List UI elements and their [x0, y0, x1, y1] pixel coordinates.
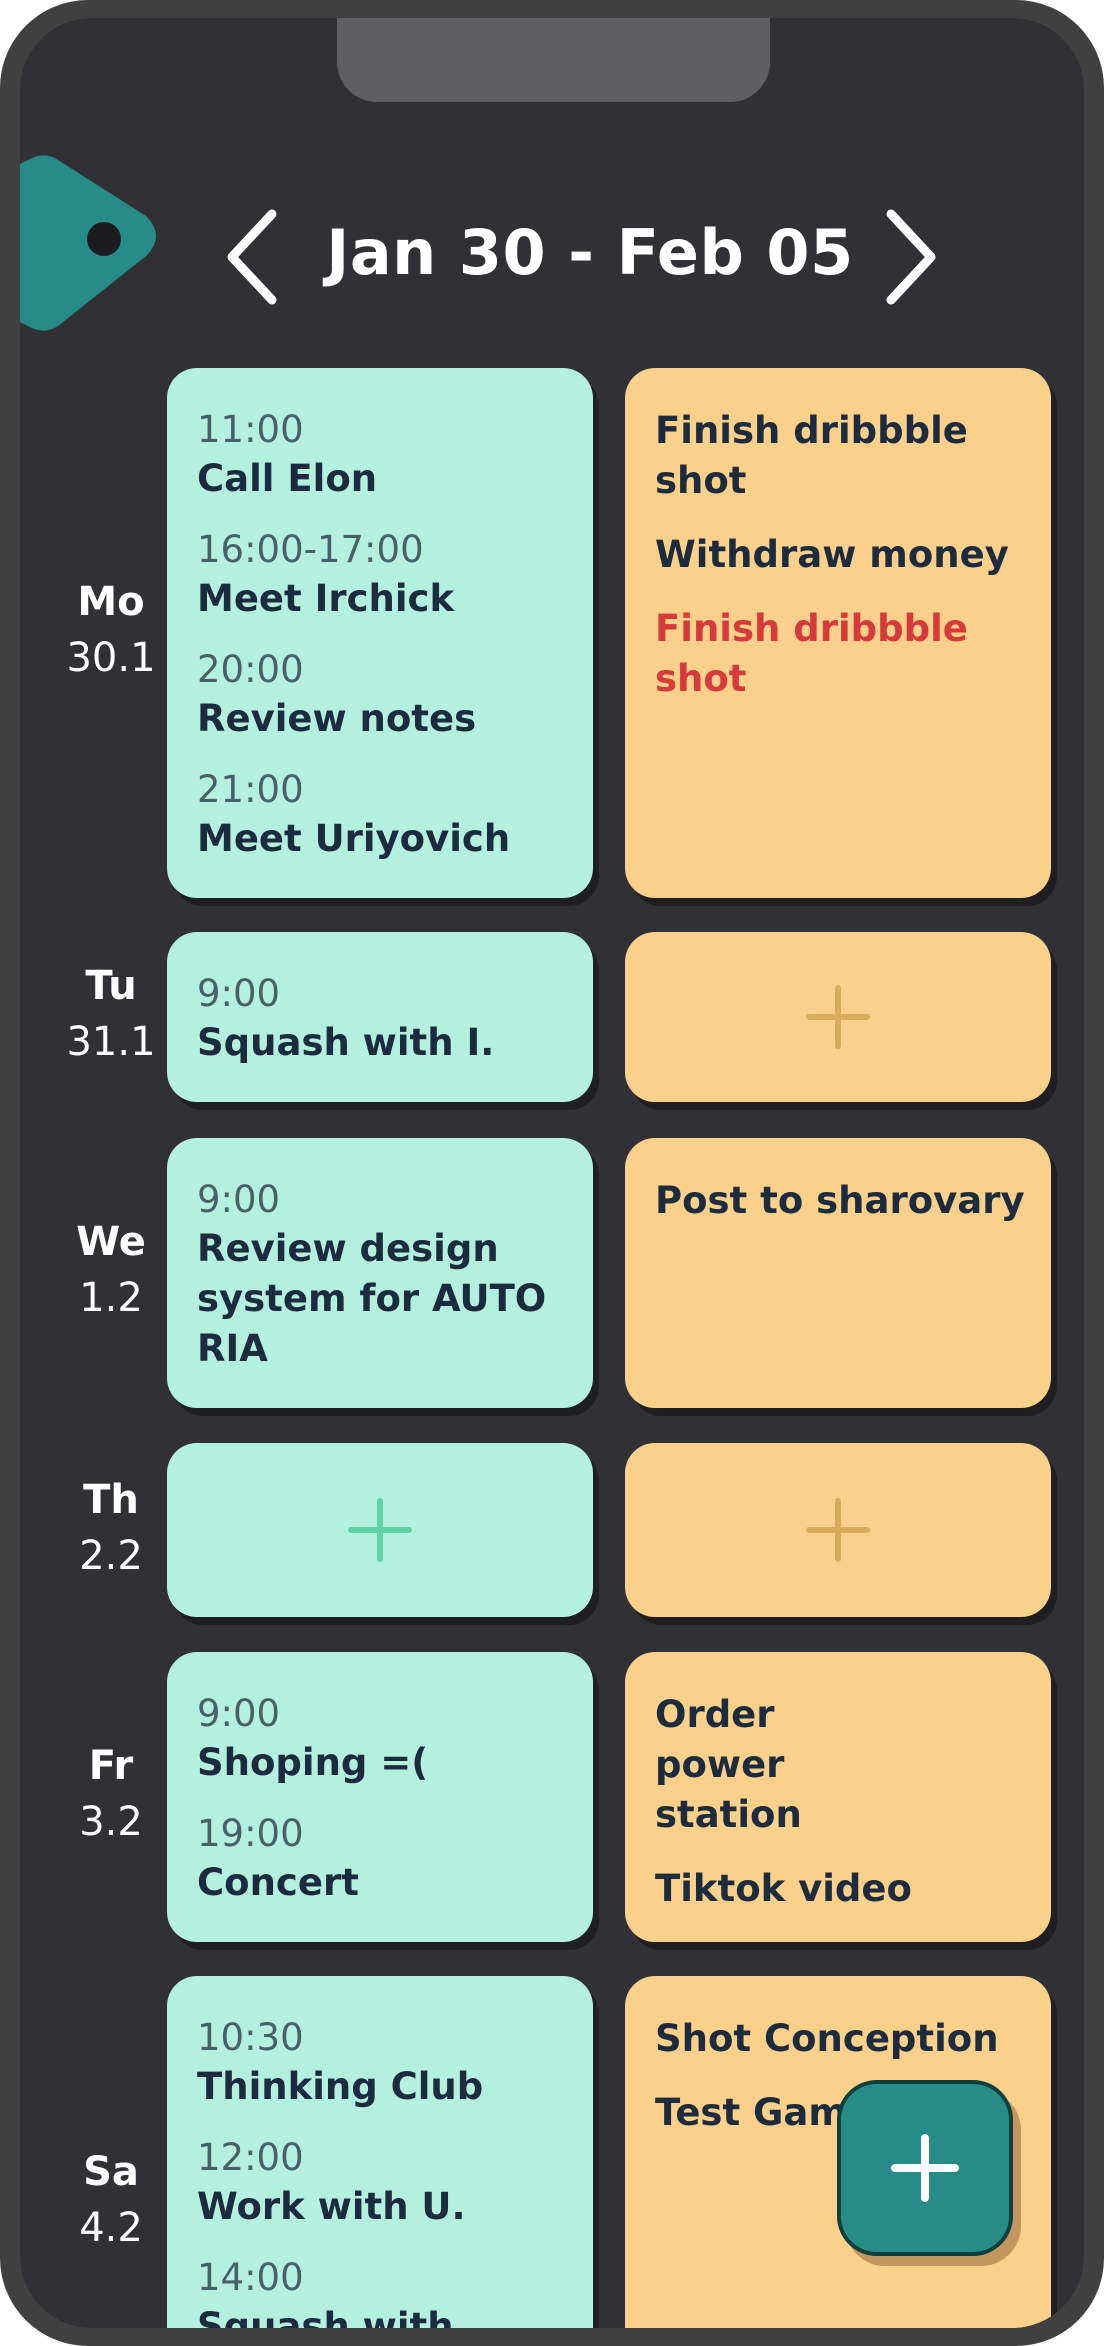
- screen: Jan 30 - Feb 05 Mo 30.1 11:00 Call Elon …: [20, 18, 1084, 2328]
- tag-icon[interactable]: [20, 144, 168, 350]
- events-card-sa[interactable]: 10:30 Thinking Club 12:00 Work with U. 1…: [167, 1976, 593, 2328]
- task-item[interactable]: Shot Conception: [655, 2014, 1029, 2064]
- day-label-fr: Fr 3.2: [38, 1740, 184, 1852]
- tasks-card-tu[interactable]: [625, 932, 1051, 1102]
- event-time: 19:00: [197, 1812, 304, 1855]
- day-label-tu: Tu 31.1: [38, 960, 184, 1072]
- task-item[interactable]: Finish dribbble shot: [655, 406, 1029, 506]
- event-title[interactable]: Squash with I.: [197, 1018, 571, 1068]
- event-title[interactable]: Shoping =(: [197, 1738, 571, 1788]
- camera-notch: [337, 18, 770, 102]
- day-date: 1.2: [79, 1275, 143, 1321]
- events-card-we[interactable]: 9:00 Review design system for AUTO RIA: [167, 1138, 593, 1408]
- task-item[interactable]: Order power station: [655, 1690, 915, 1840]
- event-time: 12:00: [197, 2136, 304, 2179]
- add-event-plus-icon[interactable]: [347, 1497, 413, 1563]
- day-name: Tu: [85, 963, 137, 1009]
- week-range-title: Jan 30 - Feb 05: [326, 216, 854, 289]
- event-time: 21:00: [197, 768, 304, 811]
- day-label-sa: Sa 4.2: [38, 2146, 184, 2258]
- day-name: Fr: [88, 1743, 134, 1789]
- phone-frame: Jan 30 - Feb 05 Mo 30.1 11:00 Call Elon …: [0, 0, 1104, 2346]
- events-card-fr[interactable]: 9:00 Shoping =( 19:00 Concert: [167, 1652, 593, 1942]
- day-label-we: We 1.2: [38, 1216, 184, 1328]
- events-card-mo[interactable]: 11:00 Call Elon 16:00-17:00 Meet Irchick…: [167, 368, 593, 898]
- prev-week-arrow-icon[interactable]: [220, 202, 290, 312]
- plus-icon: [891, 2134, 959, 2202]
- event-title[interactable]: Meet Irchick: [197, 574, 571, 624]
- event-title[interactable]: Work with U.: [197, 2182, 571, 2232]
- event-time: 9:00: [197, 972, 281, 1015]
- events-card-th[interactable]: [167, 1443, 593, 1617]
- add-task-plus-icon[interactable]: [805, 1497, 871, 1563]
- event-title[interactable]: Call Elon: [197, 454, 571, 504]
- event-title[interactable]: Meet Uriyovich: [197, 814, 571, 864]
- day-date: 31.1: [66, 1019, 156, 1065]
- task-item[interactable]: Withdraw money: [655, 530, 1029, 580]
- event-time: 9:00: [197, 1178, 281, 1221]
- event-title[interactable]: Thinking Club: [197, 2062, 571, 2112]
- day-label-th: Th 2.2: [38, 1474, 184, 1586]
- event-title[interactable]: Squash with: [197, 2302, 571, 2328]
- day-name: Sa: [83, 2149, 139, 2195]
- event-title[interactable]: Concert: [197, 1858, 571, 1908]
- task-item[interactable]: Post to sharovary: [655, 1176, 1029, 1226]
- event-time: 10:30: [197, 2016, 304, 2059]
- event-title[interactable]: Review notes: [197, 694, 571, 744]
- day-name: Mo: [77, 579, 145, 625]
- day-name: Th: [83, 1477, 139, 1523]
- day-date: 2.2: [79, 1533, 143, 1579]
- day-name: We: [76, 1219, 146, 1265]
- event-time: 16:00-17:00: [197, 528, 424, 571]
- event-time: 14:00: [197, 2256, 304, 2299]
- add-task-plus-icon[interactable]: [805, 984, 871, 1050]
- day-date: 3.2: [79, 1799, 143, 1845]
- add-button[interactable]: [837, 2080, 1013, 2256]
- event-time: 20:00: [197, 648, 304, 691]
- day-date: 4.2: [79, 2205, 143, 2251]
- event-time: 9:00: [197, 1692, 281, 1735]
- tasks-card-th[interactable]: [625, 1443, 1051, 1617]
- task-item[interactable]: Tiktok video: [655, 1864, 1029, 1914]
- day-date: 30.1: [66, 635, 156, 681]
- tasks-card-mo[interactable]: Finish dribbble shot Withdraw money Fini…: [625, 368, 1051, 898]
- task-item-overdue[interactable]: Finish dribbble shot: [655, 604, 1029, 704]
- tasks-card-we[interactable]: Post to sharovary: [625, 1138, 1051, 1408]
- tasks-card-fr[interactable]: Order power station Tiktok video: [625, 1652, 1051, 1942]
- event-title[interactable]: Review design system for AUTO RIA: [197, 1224, 571, 1374]
- events-card-tu[interactable]: 9:00 Squash with I.: [167, 932, 593, 1102]
- event-time: 11:00: [197, 408, 304, 451]
- day-label-mo: Mo 30.1: [38, 576, 184, 688]
- next-week-arrow-icon[interactable]: [873, 202, 943, 312]
